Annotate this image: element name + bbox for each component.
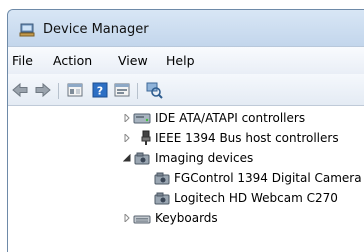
tree-item-logitech-hd-webcam-c270[interactable]: Logitech HD Webcam C270 — [8, 188, 364, 208]
title-bar[interactable]: Device Manager — [8, 10, 364, 46]
keyboard-icon — [133, 215, 151, 224]
help-icon[interactable]: ? — [91, 81, 109, 99]
expand-arrow-icon[interactable] — [123, 134, 131, 142]
expand-arrow-icon[interactable] — [123, 214, 131, 222]
scan-hardware-icon[interactable] — [145, 81, 163, 99]
camera-icon — [154, 192, 170, 205]
menu-view[interactable]: View — [118, 53, 148, 68]
tree-item-label: IEEE 1394 Bus host controllers — [155, 131, 339, 145]
svg-text:?: ? — [97, 85, 103, 98]
toolbar: ? — [8, 74, 364, 106]
device-tree: IDE ATA/ATAPI controllers IEEE 1394 Bus … — [8, 106, 364, 252]
menu-bar: File Action View Help — [8, 46, 364, 75]
tree-item-fgcontrol-1394-digital-camera[interactable]: FGControl 1394 Digital Camera — [8, 168, 364, 188]
tree-item-label: Logitech HD Webcam C270 — [174, 191, 338, 205]
menu-file[interactable]: File — [12, 53, 33, 68]
back-arrow-icon[interactable] — [11, 81, 29, 99]
tree-item-label: IDE ATA/ATAPI controllers — [155, 111, 306, 125]
expand-arrow-icon[interactable] — [123, 114, 131, 122]
tree-item-label: Keyboards — [155, 211, 218, 225]
menu-help[interactable]: Help — [166, 53, 195, 68]
toolbar-separator — [58, 83, 59, 99]
tree-item-imaging-devices[interactable]: Imaging devices — [8, 148, 364, 168]
tree-item-label: Imaging devices — [155, 151, 254, 165]
camera-icon — [154, 172, 170, 185]
firewire-icon — [141, 130, 151, 145]
forward-arrow-icon[interactable] — [34, 81, 52, 99]
update-driver-icon[interactable] — [113, 81, 131, 99]
device-manager-window: Device Manager File Action View Help ? I… — [7, 9, 364, 252]
collapse-arrow-icon[interactable] — [123, 154, 131, 162]
imaging-device-icon — [134, 152, 150, 165]
tree-item-ieee-1394-bus-host-controllers[interactable]: IEEE 1394 Bus host controllers — [8, 128, 364, 148]
properties-icon[interactable] — [66, 81, 84, 99]
toolbar-separator — [137, 83, 138, 99]
menu-action[interactable]: Action — [53, 53, 92, 68]
ide-controller-icon — [133, 113, 151, 124]
device-manager-icon — [19, 23, 35, 37]
tree-item-ide-ata-atapi-controllers[interactable]: IDE ATA/ATAPI controllers — [8, 108, 364, 128]
tree-item-keyboards[interactable]: Keyboards — [8, 208, 364, 228]
window-title: Device Manager — [43, 22, 149, 37]
tree-item-label: FGControl 1394 Digital Camera — [174, 171, 362, 185]
